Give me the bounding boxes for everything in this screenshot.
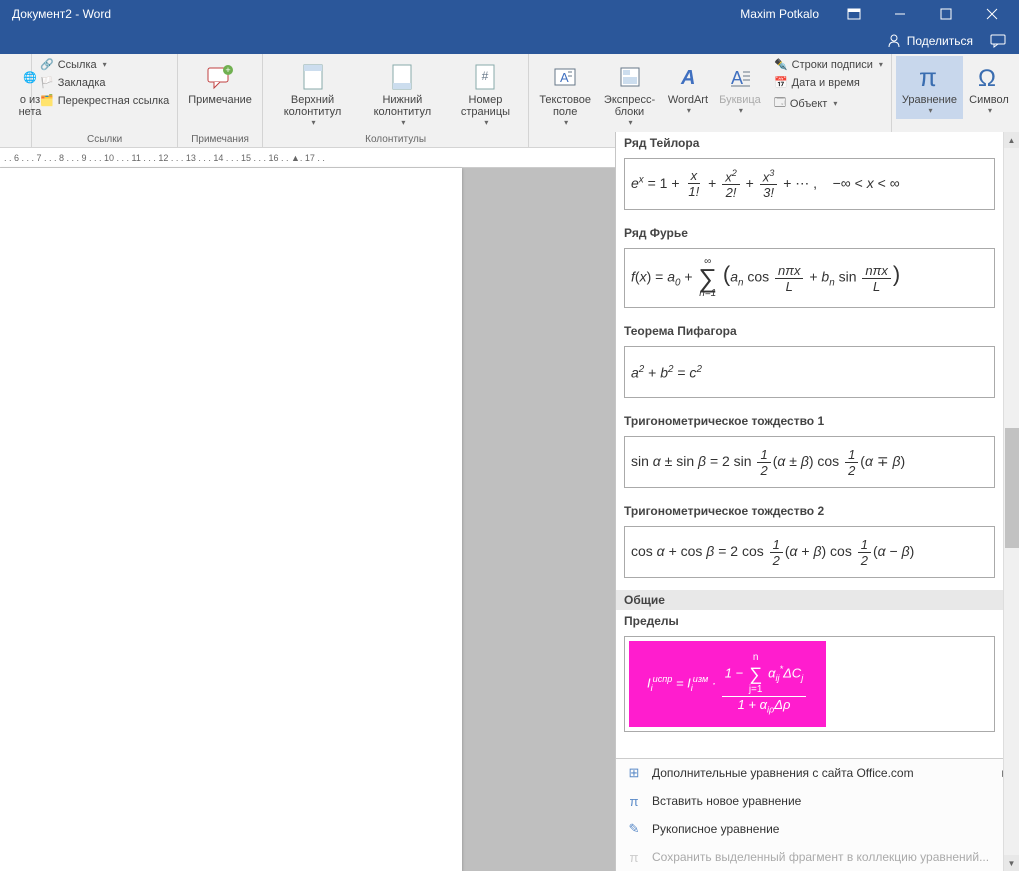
- crossref-icon: 🗂️: [40, 94, 54, 107]
- link-icon: 🔗: [40, 58, 54, 71]
- equation-button[interactable]: πУравнение: [896, 56, 963, 119]
- textbox-button[interactable]: AТекстовое поле: [533, 56, 597, 131]
- eq-fourier-item[interactable]: f(x) = a0 + ∞∑n=1 (an cos nπxL + bn sin …: [624, 248, 995, 308]
- hyperlink-button[interactable]: 🔗Ссылка: [36, 56, 173, 73]
- office-icon: ⊞: [626, 765, 642, 781]
- quick-parts-button[interactable]: Экспресс-блоки: [597, 56, 662, 131]
- share-label: Поделиться: [907, 34, 973, 48]
- wordart-button[interactable]: AWordArt: [662, 56, 714, 119]
- eq-save-selection-item: π Сохранить выделенный фрагмент в коллек…: [616, 843, 1019, 871]
- equation-panel-scrollbar[interactable]: ▲ ▼: [1003, 132, 1019, 871]
- links-group-label: Ссылки: [36, 132, 173, 147]
- save-pi-icon: π: [626, 849, 642, 865]
- svg-text:π: π: [919, 62, 937, 92]
- ink-icon: ✎: [626, 821, 642, 837]
- document-title: Документ2 - Word: [12, 7, 111, 21]
- equation-menu: ⊞ Дополнительные уравнения с сайта Offic…: [616, 758, 1019, 871]
- maximize-button[interactable]: [923, 0, 969, 28]
- signature-line-button[interactable]: ✒️Строки подписи: [770, 56, 887, 73]
- comments-group-label: Примечания: [182, 132, 258, 147]
- bookmark-button[interactable]: 🏳️Закладка: [36, 74, 173, 91]
- wordart-icon: A: [675, 60, 701, 94]
- datetime-icon: 📅: [774, 76, 788, 89]
- eq-trig1-header: Тригонометрическое тождество 1: [616, 410, 1003, 432]
- close-button[interactable]: [969, 0, 1015, 28]
- dropcap-button[interactable]: AБуквица: [714, 56, 766, 119]
- scroll-up-button[interactable]: ▲: [1004, 132, 1019, 148]
- eq-general-category: Общие: [616, 590, 1003, 610]
- eq-trig2-header: Тригонометрическое тождество 2: [616, 500, 1003, 522]
- comment-button[interactable]: + Примечание: [182, 56, 258, 110]
- date-time-button[interactable]: 📅Дата и время: [770, 74, 887, 91]
- eq-taylor-item[interactable]: ex = 1 + x1! + x22! + x33! + ⋯ , −∞ < x …: [624, 158, 995, 210]
- eq-trig2-item[interactable]: cos α + cos β = 2 cos 12(α + β) cos 12(α…: [624, 526, 995, 578]
- page-number-button[interactable]: #Номер страницы: [447, 56, 525, 131]
- eq-limits-item[interactable]: Iiиспр = Iiизм · 1 − n∑j=1 αij*ΔCj1 + αi…: [624, 636, 995, 732]
- pi-small-icon: π: [626, 793, 642, 809]
- eq-insert-new-item[interactable]: π Вставить новое уравнение: [616, 787, 1019, 815]
- user-name: Maxim Potkalo: [740, 7, 819, 21]
- equation-gallery-panel: Ряд Тейлора ex = 1 + x1! + x22! + x33! +…: [615, 132, 1019, 871]
- svg-text:A: A: [560, 70, 569, 85]
- share-icon: [887, 34, 901, 48]
- header-icon: [301, 60, 325, 94]
- eq-limits-header: Пределы: [616, 610, 1003, 632]
- footer-icon: [390, 60, 414, 94]
- svg-text:A: A: [680, 67, 695, 89]
- comment-icon: [990, 34, 1006, 48]
- scroll-thumb[interactable]: [1005, 428, 1019, 548]
- svg-text:A: A: [731, 68, 743, 88]
- svg-text:#: #: [482, 69, 489, 83]
- comments-button[interactable]: [985, 31, 1011, 51]
- minimize-button[interactable]: [877, 0, 923, 28]
- omega-icon: Ω: [974, 60, 1004, 94]
- pageno-icon: #: [473, 60, 497, 94]
- dropcap-icon: A: [727, 60, 753, 94]
- bookmark-icon: 🏳️: [40, 76, 54, 89]
- share-button[interactable]: Поделиться: [879, 32, 981, 50]
- svg-text:+: +: [225, 65, 230, 75]
- eq-pythagoras-item[interactable]: a2 + b2 = c2: [624, 346, 995, 398]
- document-page[interactable]: [0, 168, 462, 871]
- eq-office-online-item[interactable]: ⊞ Дополнительные уравнения с сайта Offic…: [616, 759, 1019, 787]
- eq-ink-item[interactable]: ✎ Рукописное уравнение: [616, 815, 1019, 843]
- scroll-down-button[interactable]: ▼: [1004, 855, 1019, 871]
- quickparts-icon: [617, 60, 643, 94]
- signature-icon: ✒️: [774, 58, 788, 71]
- svg-text:Ω: Ω: [978, 65, 996, 92]
- pi-icon: π: [914, 60, 944, 94]
- equation-gallery-scroll[interactable]: Ряд Тейлора ex = 1 + x1! + x22! + x33! +…: [616, 132, 1019, 758]
- eq-taylor-header: Ряд Тейлора: [616, 132, 1003, 154]
- symbol-button[interactable]: ΩСимвол: [963, 56, 1015, 119]
- header-button[interactable]: Верхний колонтитул: [267, 56, 358, 131]
- ribbon-display-options-button[interactable]: [831, 0, 877, 28]
- title-bar: Документ2 - Word Maxim Potkalo: [0, 0, 1019, 28]
- textbox-icon: A: [552, 60, 578, 94]
- comment-big-icon: +: [206, 60, 234, 94]
- headerfooter-group-label: Колонтитулы: [267, 132, 524, 147]
- footer-button[interactable]: Нижний колонтитул: [358, 56, 447, 131]
- crossref-button[interactable]: 🗂️Перекрестная ссылка: [36, 92, 173, 109]
- eq-trig1-item[interactable]: sin α ± sin β = 2 sin 12(α ± β) cos 12(α…: [624, 436, 995, 488]
- eq-fourier-header: Ряд Фурье: [616, 222, 1003, 244]
- share-bar: Поделиться: [0, 28, 1019, 54]
- object-icon: 🗔: [774, 94, 786, 113]
- eq-pythagoras-header: Теорема Пифагора: [616, 320, 1003, 342]
- object-button[interactable]: 🗔Объект: [770, 92, 887, 115]
